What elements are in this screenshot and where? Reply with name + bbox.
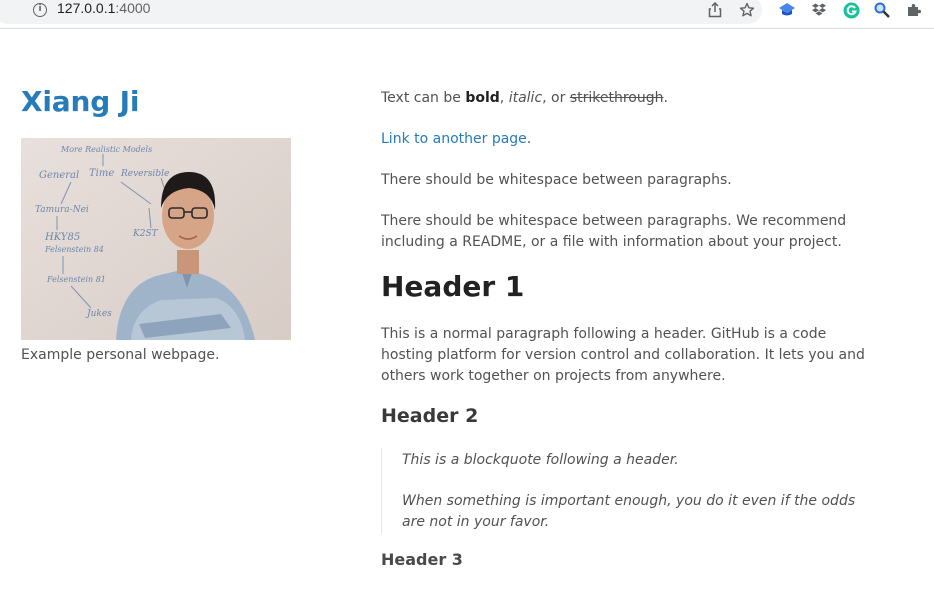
board-text-felsenstein81: Felsenstein 81: [46, 275, 106, 284]
paragraph: There should be whitespace between parag…: [381, 172, 732, 188]
board-text-models: More Realistic Models: [60, 145, 152, 154]
text-sep: ,: [499, 90, 509, 106]
profile-photo: More Realistic Models General Time Rever…: [21, 138, 291, 340]
info-icon[interactable]: i: [33, 3, 47, 17]
header-1: Header 1: [381, 270, 525, 303]
board-text-general: General: [39, 170, 79, 181]
paragraph: There should be whitespace between parag…: [381, 213, 847, 250]
header-3: Header 3: [381, 550, 463, 569]
text-prefix: Text can be: [381, 90, 466, 106]
board-text-time: Time: [89, 168, 114, 179]
strikethrough-text: strikethrough: [569, 90, 664, 106]
text-sep: , or: [542, 90, 570, 106]
puzzle-extensions-icon[interactable]: [905, 1, 923, 19]
text-suffix: .: [663, 90, 668, 106]
sidebar: Xiang Ji More Realistic Models General T…: [21, 85, 291, 363]
paragraph: This is a normal paragraph following a h…: [381, 326, 865, 384]
header-2: Header 2: [381, 405, 479, 427]
blockquote-line: When something is important enough, you …: [402, 493, 856, 530]
bookmark-star-icon[interactable]: [738, 1, 756, 19]
board-text-felsenstein84: Felsenstein 84: [44, 245, 104, 254]
photo-caption: Example personal webpage.: [21, 347, 220, 363]
url-port: :4000: [115, 0, 151, 16]
url-text[interactable]: 127.0.0.1:4000: [57, 0, 150, 20]
bold-text: bold: [465, 90, 500, 106]
grammarly-icon[interactable]: [842, 1, 860, 19]
board-text-hky: HKY85: [44, 232, 80, 243]
blockquote-line: This is a blockquote following a header.: [402, 452, 679, 468]
board-text-reversible: Reversible: [120, 169, 169, 179]
blockquote: This is a blockquote following a header.…: [381, 448, 871, 534]
board-text-jukes: Jukes: [85, 309, 112, 319]
share-icon[interactable]: [706, 1, 724, 19]
board-text-tamura: Tamura-Nei: [35, 205, 89, 215]
italic-text: italic: [508, 90, 543, 106]
formatting-paragraph: Text can be bold, italic, or strikethrou…: [381, 88, 871, 109]
browser-toolbar: i 127.0.0.1:4000: [0, 0, 934, 29]
url-host: 127.0.0.1: [57, 0, 116, 16]
another-page-link[interactable]: Link to another page: [381, 131, 527, 147]
board-text-k2st: K2ST: [132, 229, 159, 239]
link-paragraph: Link to another page.: [381, 129, 871, 150]
text-suffix: .: [526, 131, 532, 147]
search-extension-icon[interactable]: [873, 1, 891, 19]
dropbox-icon[interactable]: [810, 1, 828, 19]
graduation-cap-extension-icon[interactable]: [778, 1, 796, 19]
site-title[interactable]: Xiang Ji: [21, 85, 291, 119]
